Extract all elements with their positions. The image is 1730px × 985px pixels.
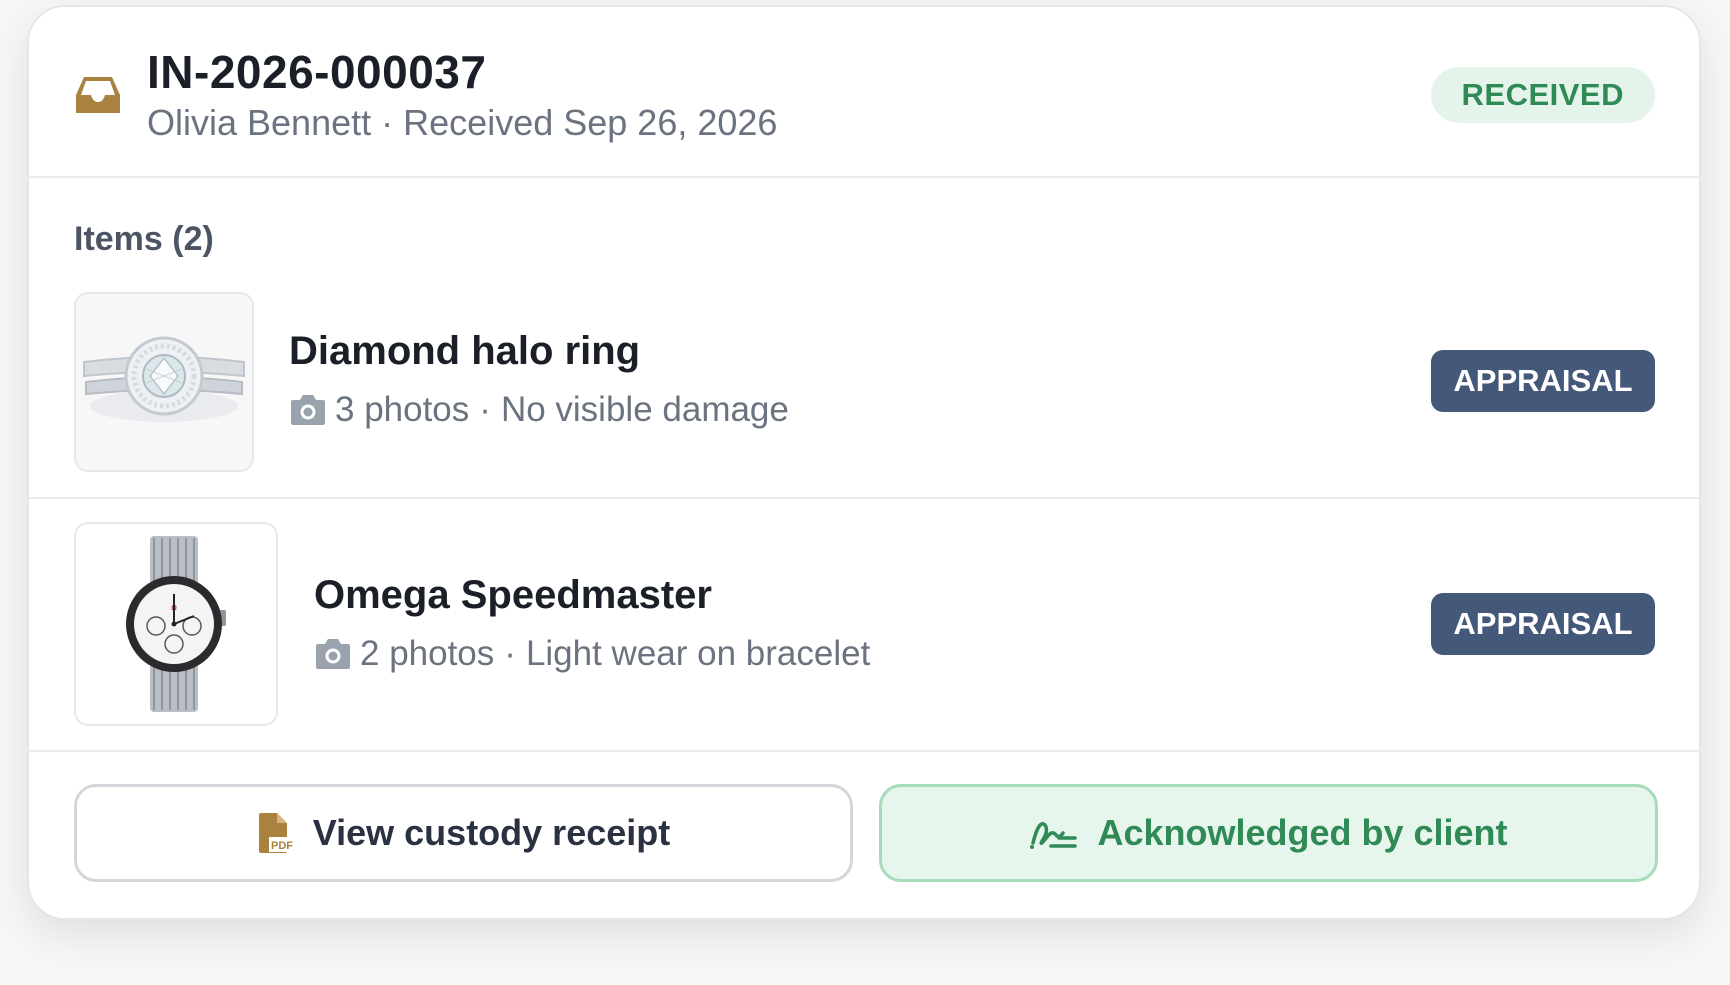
- signature-icon: [1030, 822, 1078, 849]
- meta-separator: ·: [504, 634, 516, 673]
- meta-separator: ·: [479, 390, 491, 429]
- separator: ·: [381, 102, 394, 143]
- intake-subtitle: Olivia Bennett · Received Sep 26, 2026: [147, 102, 777, 144]
- ring-image[interactable]: [74, 292, 254, 472]
- view-custody-receipt-button[interactable]: PDF View custody receipt: [74, 784, 853, 882]
- watch-image[interactable]: Ω: [74, 522, 278, 726]
- intake-header: IN-2026-000037 Olivia Bennett · Received…: [29, 7, 1699, 178]
- item-meta: 3 photos · No visible damage: [289, 390, 789, 430]
- receipt-button-label: View custody receipt: [312, 812, 671, 853]
- watch-illustration: Ω: [126, 536, 226, 712]
- item-row[interactable]: Ω Omega Speedmaster 2 photos · Light wea…: [29, 499, 1699, 752]
- svg-text:PDF: PDF: [271, 840, 293, 852]
- item-name: Diamond halo ring: [289, 329, 641, 373]
- item-row[interactable]: Diamond halo ring 3 photos · No visible …: [29, 277, 1699, 499]
- acknowledged-by-client-button[interactable]: Acknowledged by client: [879, 784, 1658, 882]
- item-meta: 2 photos · Light wear on bracelet: [314, 634, 870, 674]
- intake-id: IN-2026-000037: [147, 46, 487, 98]
- service-badge: APPRAISAL: [1431, 593, 1655, 655]
- service-badge: APPRAISAL: [1431, 350, 1655, 412]
- item-condition: Light wear on bracelet: [525, 634, 871, 673]
- inbox-icon: [76, 77, 120, 113]
- items-heading: Items (2): [74, 220, 214, 258]
- photo-count: 3 photos: [335, 390, 470, 429]
- status-badge: RECEIVED: [1430, 67, 1655, 123]
- camera-icon: [291, 395, 325, 425]
- item-condition: No visible damage: [500, 390, 789, 429]
- ring-illustration: [83, 336, 245, 422]
- pdf-file-icon: PDF: [258, 813, 295, 853]
- ack-button-label: Acknowledged by client: [1097, 812, 1508, 853]
- received-date: Received Sep 26, 2026: [403, 102, 778, 143]
- client-name: Olivia Bennett: [147, 102, 372, 143]
- photo-count: 2 photos: [360, 634, 495, 673]
- intake-card: IN-2026-000037 Olivia Bennett · Received…: [27, 5, 1701, 920]
- camera-icon: [316, 639, 350, 669]
- item-name: Omega Speedmaster: [314, 573, 712, 617]
